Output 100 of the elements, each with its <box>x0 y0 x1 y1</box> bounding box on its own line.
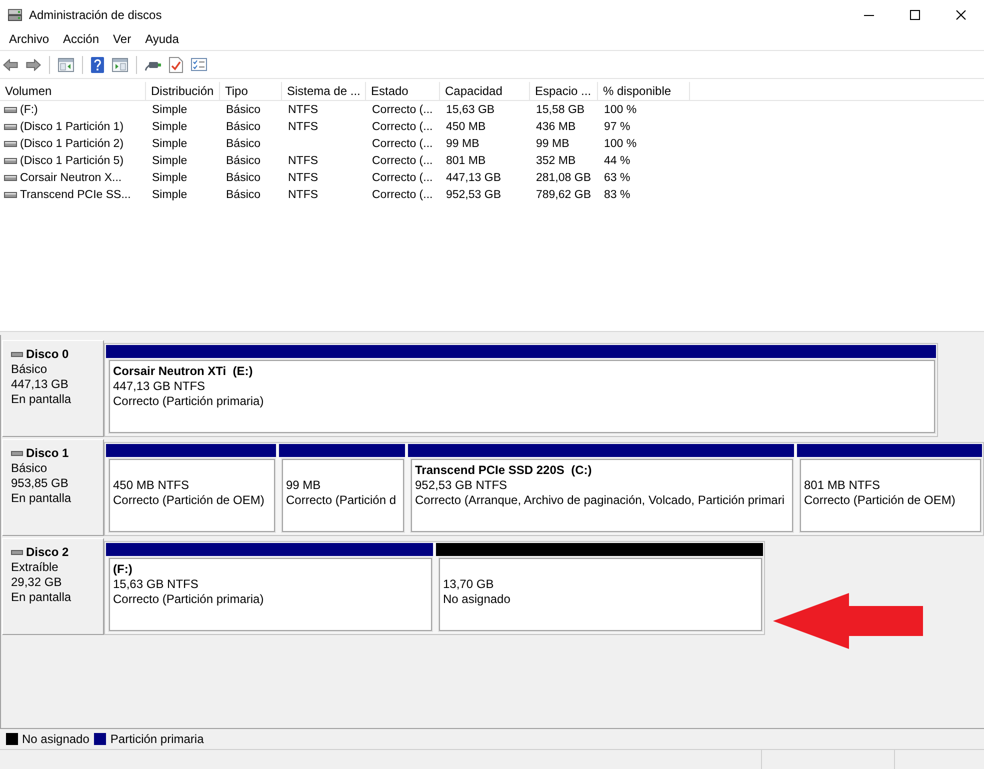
drive-icon <box>4 192 17 198</box>
maximize-icon <box>910 10 920 20</box>
drive-icon <box>4 174 17 180</box>
table-cell-text: 15,58 GB <box>535 104 586 116</box>
partition-label: Transcend PCIe SSD 220S (C:) <box>415 463 593 478</box>
partition-size: 801 MB NTFS <box>804 478 882 493</box>
partition-status: Correcto (Partición de OEM) <box>113 493 266 508</box>
partition-box[interactable]: Transcend PCIe SSD 220S (C:) 952,53 GB NTFS Correcto (Arranque, Archivo de paginación, Volcado, Partición primari <box>411 459 793 532</box>
partition-box[interactable]: (F:) 15,63 GB NTFS Correcto (Partición primaria) <box>109 558 432 631</box>
table-cell-text: 100 % <box>603 104 638 116</box>
partition-box[interactable]: Corsair Neutron XTi (E:) 447,13 GB NTFS Correcto (Partición primaria) <box>109 360 935 433</box>
disk-size: 29,32 GB <box>11 575 63 590</box>
partition-status: Correcto (Partición de OEM) <box>804 493 956 508</box>
table-cell-text: NTFS <box>287 120 320 132</box>
panel-layout-icon[interactable] <box>58 58 74 72</box>
table-cell-text: NTFS <box>287 104 320 116</box>
partition-size: 447,13 GB NTFS <box>113 379 206 394</box>
table-cell-text: Básico <box>225 154 262 166</box>
table-cell-text: 352 MB <box>535 154 577 166</box>
column-header[interactable]: Tipo <box>220 82 282 100</box>
volume-name: Corsair Neutron X... <box>20 172 122 184</box>
disk-info-panel[interactable]: Disco 0 Básico 447,13 GB En pantalla <box>2 340 104 437</box>
table-cell-text: Correcto (... <box>371 138 434 150</box>
close-icon <box>956 10 966 20</box>
drive-icon <box>4 140 17 146</box>
panel-layout-icon[interactable] <box>112 58 128 72</box>
table-cell-text: Básico <box>225 104 262 116</box>
disk-status: En pantalla <box>11 392 72 407</box>
disk-info-panel[interactable]: Disco 2 Extraíble 29,32 GB En pantalla <box>2 538 104 635</box>
table-cell-text: 801 MB <box>445 154 487 166</box>
volume-name: (Disco 1 Partición 2) <box>20 138 124 150</box>
column-header[interactable]: Estado <box>366 82 440 100</box>
column-header[interactable]: Distribución <box>146 82 220 100</box>
column-header[interactable]: Capacidad <box>440 82 530 100</box>
partition-box[interactable]: 99 MB Correcto (Partición d <box>282 459 404 532</box>
back-arrow-icon[interactable] <box>3 58 18 70</box>
partition-status: Correcto (Partición primaria) <box>113 394 265 409</box>
partition-status: Correcto (Partición primaria) <box>113 592 265 607</box>
partition-status: No asignado <box>443 592 512 607</box>
column-header[interactable]: Sistema de ... <box>282 82 366 100</box>
partition-box[interactable]: 13,70 GB No asignado <box>439 558 762 631</box>
table-cell-text: 436 MB <box>535 120 577 132</box>
table-cell-text: 952,53 GB <box>445 188 502 200</box>
table-cell-text: Simple <box>151 138 188 150</box>
disk-type: Básico <box>11 362 48 377</box>
table-cell-text: 99 MB <box>445 138 480 150</box>
volume-name: (Disco 1 Partición 1) <box>20 120 124 132</box>
partition-size: 952,53 GB NTFS <box>415 478 508 493</box>
table-cell-text: 447,13 GB <box>445 172 502 184</box>
partition-box[interactable]: 801 MB NTFS Correcto (Partición de OEM) <box>800 459 981 532</box>
partition-box[interactable]: 450 MB NTFS Correcto (Partición de OEM) <box>109 459 275 532</box>
disk-info-panel[interactable]: Disco 1 Básico 953,85 GB En pantalla <box>2 439 104 536</box>
disk-status: En pantalla <box>11 590 72 605</box>
menu-item[interactable]: Ver <box>106 30 138 49</box>
table-cell-text: Básico <box>225 120 262 132</box>
menu-item[interactable]: Ayuda <box>138 30 186 49</box>
table-cell-text: 281,08 GB <box>535 172 592 184</box>
column-header[interactable]: Volumen <box>0 82 146 100</box>
table-cell-text: 100 % <box>603 138 638 150</box>
table-cell-text: Simple <box>151 188 188 200</box>
legend-label: Partición primaria <box>110 732 204 746</box>
table-cell-text: Correcto (... <box>371 172 434 184</box>
table-cell-text: Simple <box>151 154 188 166</box>
partition-size: 13,70 GB <box>443 577 495 592</box>
partition-size: 450 MB NTFS <box>113 478 190 493</box>
menu-item[interactable]: Archivo <box>2 30 56 49</box>
table-cell-text: NTFS <box>287 154 320 166</box>
partition-label: (F:) <box>113 562 134 577</box>
table-cell-text: Simple <box>151 172 188 184</box>
legend-label: No asignado <box>22 732 90 746</box>
disk-type: Básico <box>11 461 48 476</box>
document-check-icon[interactable] <box>169 56 183 72</box>
table-cell-text: 789,62 GB <box>535 188 592 200</box>
column-header[interactable]: % disponible <box>598 82 690 100</box>
disk-status: En pantalla <box>11 491 72 506</box>
help-icon[interactable] <box>91 56 104 72</box>
disk-type: Extraíble <box>11 560 60 575</box>
disk-size: 953,85 GB <box>11 476 70 491</box>
drive-icon <box>8 8 22 20</box>
checklist-icon[interactable] <box>191 58 207 71</box>
partition-status: Correcto (Partición d <box>286 493 398 508</box>
table-cell-text: Correcto (... <box>371 154 434 166</box>
drive-icon <box>4 106 17 112</box>
drive-icon <box>11 451 23 456</box>
table-cell-text: 44 % <box>603 154 632 166</box>
table-cell-text: Básico <box>225 172 262 184</box>
volume-name: Transcend PCIe SS... <box>20 188 131 200</box>
table-cell-text: Simple <box>151 104 188 116</box>
forward-arrow-icon[interactable] <box>26 58 41 70</box>
table-cell-text: Correcto (... <box>371 120 434 132</box>
table-cell-text: Básico <box>225 188 262 200</box>
column-header[interactable]: Espacio ... <box>530 82 598 100</box>
menu-item[interactable]: Acción <box>56 30 106 49</box>
drive-icon <box>11 550 23 555</box>
table-cell-text: 83 % <box>603 188 632 200</box>
drive-icon <box>4 124 17 130</box>
table-cell-text: Simple <box>151 120 188 132</box>
table-cell-text: Correcto (... <box>371 188 434 200</box>
drive-icon <box>4 158 17 164</box>
disk-name: Disco 0 <box>26 347 69 362</box>
